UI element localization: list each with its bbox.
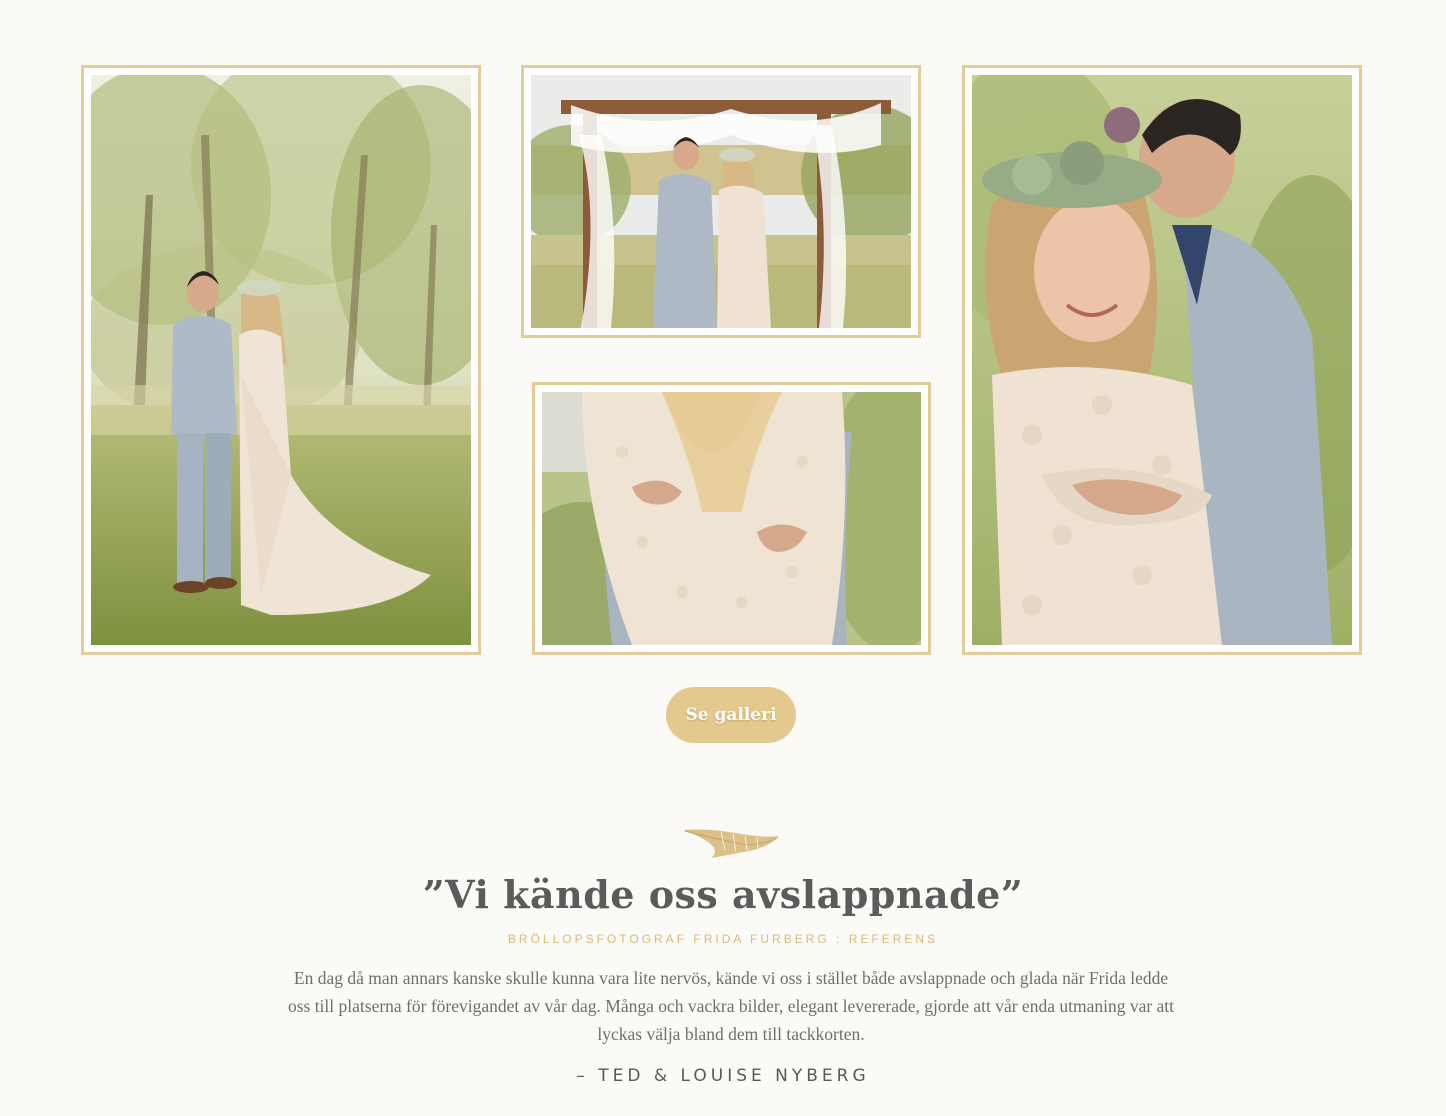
photo-frame-2[interactable] xyxy=(521,65,921,338)
see-gallery-button[interactable]: Se galleri xyxy=(666,687,796,743)
photo-frame-1[interactable] xyxy=(81,65,481,655)
photo-frame-3[interactable] xyxy=(532,382,931,655)
photo-couple-trees[interactable] xyxy=(91,75,471,645)
testimonial-title: ”Vi kände oss avslappnade” xyxy=(422,872,1024,917)
testimonial-author: – TED & LOUISE NYBERG xyxy=(576,1066,870,1086)
photo-couple-arch[interactable] xyxy=(531,75,911,328)
photo-dress-back[interactable] xyxy=(542,392,921,645)
photo-frame-4[interactable] xyxy=(962,65,1362,655)
testimonial-body: En dag då man annars kanske skulle kunna… xyxy=(287,968,1175,1044)
testimonial-subtitle: BRÖLLOPSFOTOGRAF FRIDA FURBERG : REFEREN… xyxy=(507,932,939,946)
photo-couple-embrace[interactable] xyxy=(972,75,1352,645)
feather-icon xyxy=(683,829,779,858)
